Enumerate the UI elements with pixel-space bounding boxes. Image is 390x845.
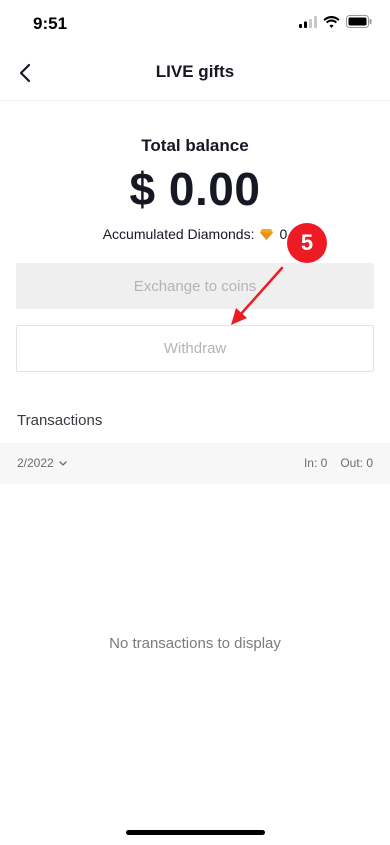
step-badge: 5 bbox=[287, 223, 327, 263]
chevron-down-icon bbox=[59, 460, 67, 466]
exchange-label: Exchange to coins bbox=[133, 277, 257, 295]
nav-bar: LIVE gifts bbox=[0, 44, 390, 101]
withdraw-label: Withdraw bbox=[163, 340, 227, 357]
out-count: Out: 0 bbox=[340, 456, 373, 470]
in-count: In: 0 bbox=[303, 456, 328, 470]
accumulated-diamonds: Accumulated Diamonds: 0 bbox=[0, 226, 390, 242]
battery-icon bbox=[346, 15, 372, 28]
empty-state-message: No transactions to display bbox=[109, 635, 281, 652]
diamonds-label: Accumulated Diamonds: bbox=[102, 226, 255, 242]
balance-title: Total balance bbox=[141, 136, 249, 155]
month-label: 2/2022 bbox=[17, 456, 54, 470]
in-out-summary: In: 0 Out: 0 bbox=[304, 456, 373, 470]
exchange-to-coins-button[interactable]: Exchange to coins bbox=[16, 263, 374, 309]
status-time: 9:51 bbox=[33, 14, 68, 33]
signal-icon bbox=[299, 15, 317, 28]
wifi-icon bbox=[323, 15, 340, 28]
home-indicator bbox=[126, 830, 265, 835]
transactions-heading: Transactions bbox=[17, 412, 103, 429]
page-title: LIVE gifts bbox=[155, 62, 235, 81]
balance-amount: $ 0.00 bbox=[129, 163, 261, 215]
transactions-filter-bar: 2/2022 In: 0 Out: 0 bbox=[0, 443, 390, 484]
diamonds-value: 0 bbox=[279, 226, 288, 242]
month-selector[interactable]: 2/2022 bbox=[17, 456, 67, 470]
withdraw-button[interactable]: Withdraw bbox=[16, 325, 374, 372]
status-bar: 9:51 bbox=[0, 0, 390, 44]
diamond-icon bbox=[260, 228, 274, 240]
status-icons bbox=[299, 15, 372, 28]
